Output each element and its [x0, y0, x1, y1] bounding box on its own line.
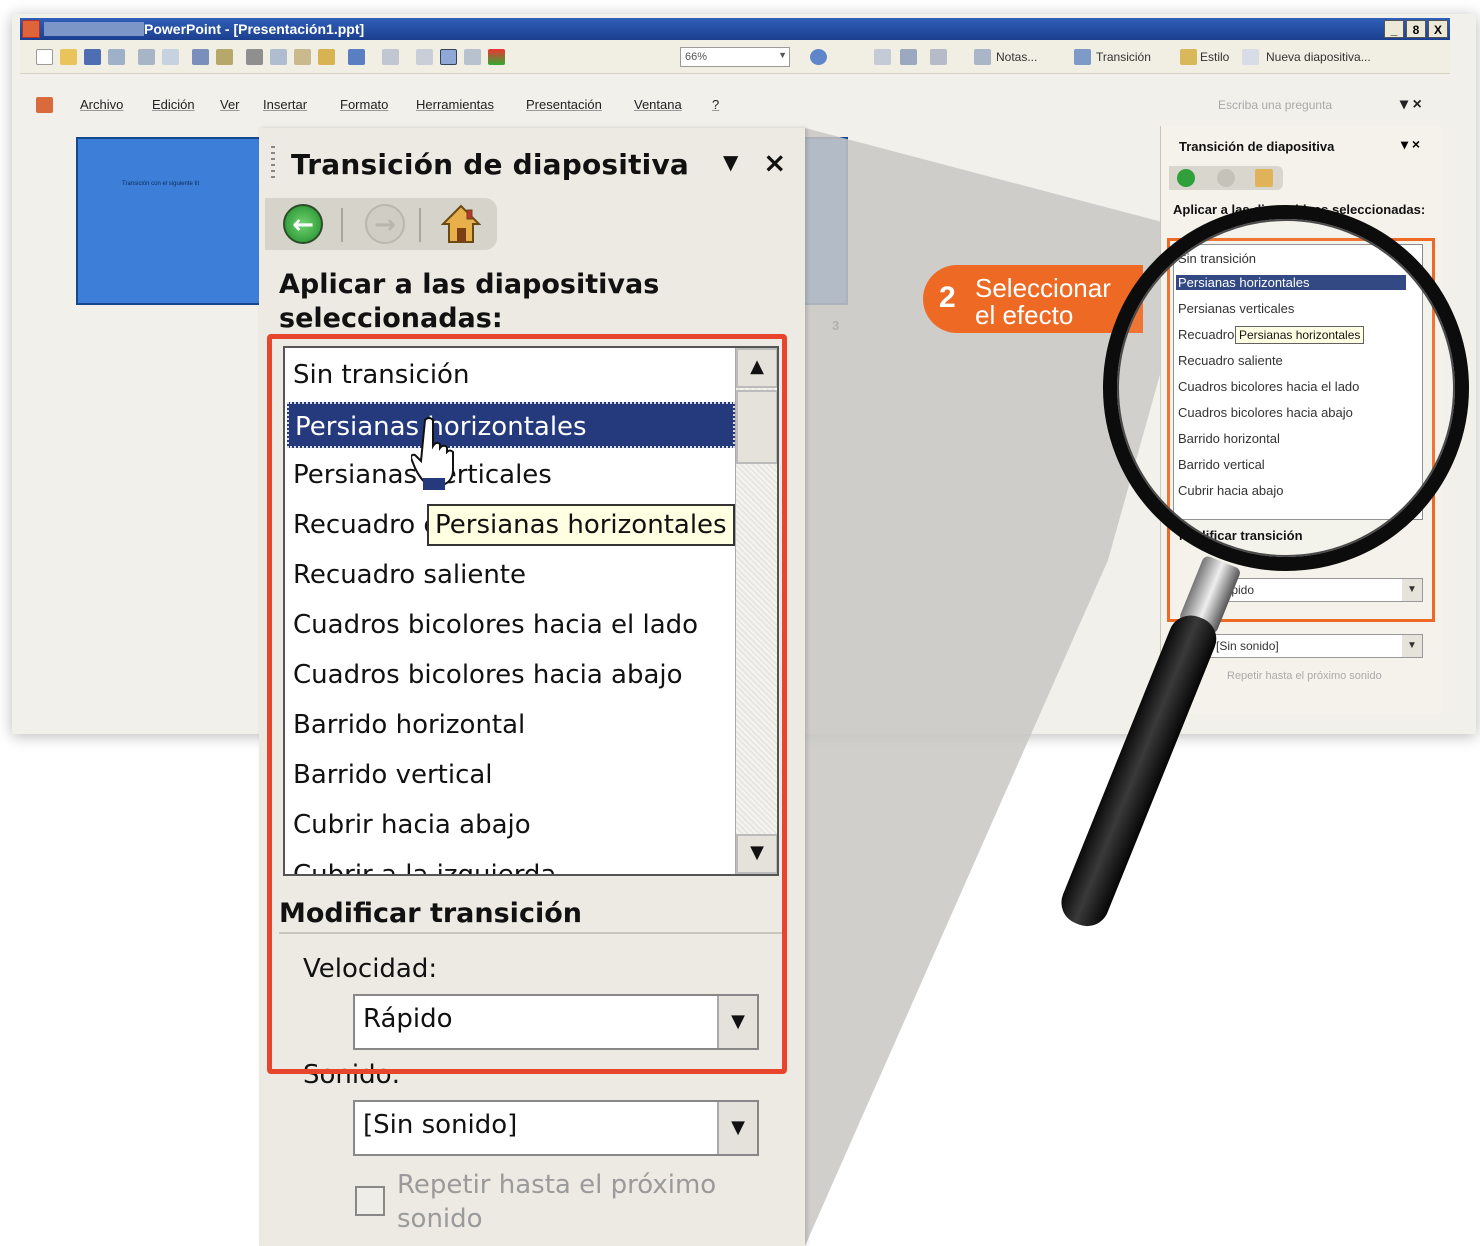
sound-select[interactable]: [Sin sonido] ▼ — [353, 1100, 759, 1156]
pane-title: Transición de diapositiva — [291, 148, 690, 181]
small-pane-close-icon[interactable]: ▾ × — [1401, 136, 1420, 153]
repeat-checkbox[interactable] — [355, 1186, 385, 1216]
chevron-down-icon: ▼ — [1402, 635, 1422, 657]
sound-value: [Sin sonido] — [363, 1110, 518, 1140]
list-item[interactable]: Recuadro saliente — [1178, 353, 1283, 368]
small-speed-select[interactable]: Rápido ▼ — [1209, 578, 1423, 602]
small-sound-select[interactable]: [Sin sonido] ▼ — [1209, 634, 1423, 658]
task-pane-small: Transición de diapositiva ▾ × Aplicar a … — [1160, 126, 1442, 714]
small-modify-label: Modificar transición — [1179, 528, 1303, 543]
small-tooltip: Persianas horizontales — [1235, 326, 1365, 344]
small-repeat-label: Repetir hasta el próximo sonido — [1227, 670, 1382, 682]
list-item[interactable]: Persianas verticales — [1178, 301, 1294, 316]
small-pane-nav — [1169, 166, 1283, 190]
small-effects-list[interactable]: Sin transición Persianas horizontales Pe… — [1173, 244, 1423, 520]
home-icon[interactable] — [1255, 169, 1273, 187]
list-item[interactable]: Cubrir hacia abajo — [1178, 483, 1284, 498]
list-item[interactable]: Barrido horizontal — [1178, 431, 1280, 446]
forward-icon[interactable] — [1217, 169, 1235, 187]
chevron-down-icon: ▼ — [717, 1102, 757, 1154]
list-item[interactable]: Sin transición — [1178, 251, 1256, 266]
step-callout: 2 Seleccionar el efecto — [923, 265, 1143, 333]
chevron-down-icon: ▼ — [1402, 579, 1422, 601]
pane-nav-bar: ← → — [265, 198, 497, 250]
back-icon[interactable] — [1177, 169, 1195, 187]
pane-menu-icon[interactable]: ▼ — [723, 150, 738, 174]
task-pane-enlarged: Transición de diapositiva ▼ × ← → Aplica… — [259, 128, 805, 1246]
small-speed-value: Rápido — [1216, 583, 1255, 597]
nav-separator — [341, 208, 343, 242]
nav-separator — [419, 208, 421, 242]
list-item[interactable]: Cuadros bicolores hacia abajo — [1178, 405, 1353, 420]
apply-label: Aplicar a las diapositivas seleccionadas… — [279, 269, 660, 334]
small-apply-label: Aplicar a las diapositivas seleccionadas… — [1173, 202, 1426, 217]
pane-close-icon[interactable]: × — [763, 146, 786, 179]
list-item-selected[interactable]: Persianas horizontales — [1176, 275, 1406, 290]
forward-icon[interactable]: → — [365, 204, 405, 244]
repeat-label: Repetir hasta el próximo sonido — [397, 1170, 717, 1234]
small-sound-value: [Sin sonido] — [1216, 639, 1279, 653]
pane-grip[interactable] — [271, 146, 275, 182]
list-item[interactable]: Cuadros bicolores hacia el lado — [1178, 379, 1359, 394]
callout-line-2: el efecto — [975, 300, 1074, 330]
small-pane-title: Transición de diapositiva — [1179, 139, 1335, 154]
home-icon[interactable] — [441, 204, 481, 244]
highlight-box — [267, 334, 787, 1074]
back-icon[interactable]: ← — [283, 204, 323, 244]
step-number: 2 — [939, 281, 956, 314]
list-item[interactable]: Barrido vertical — [1178, 457, 1265, 472]
